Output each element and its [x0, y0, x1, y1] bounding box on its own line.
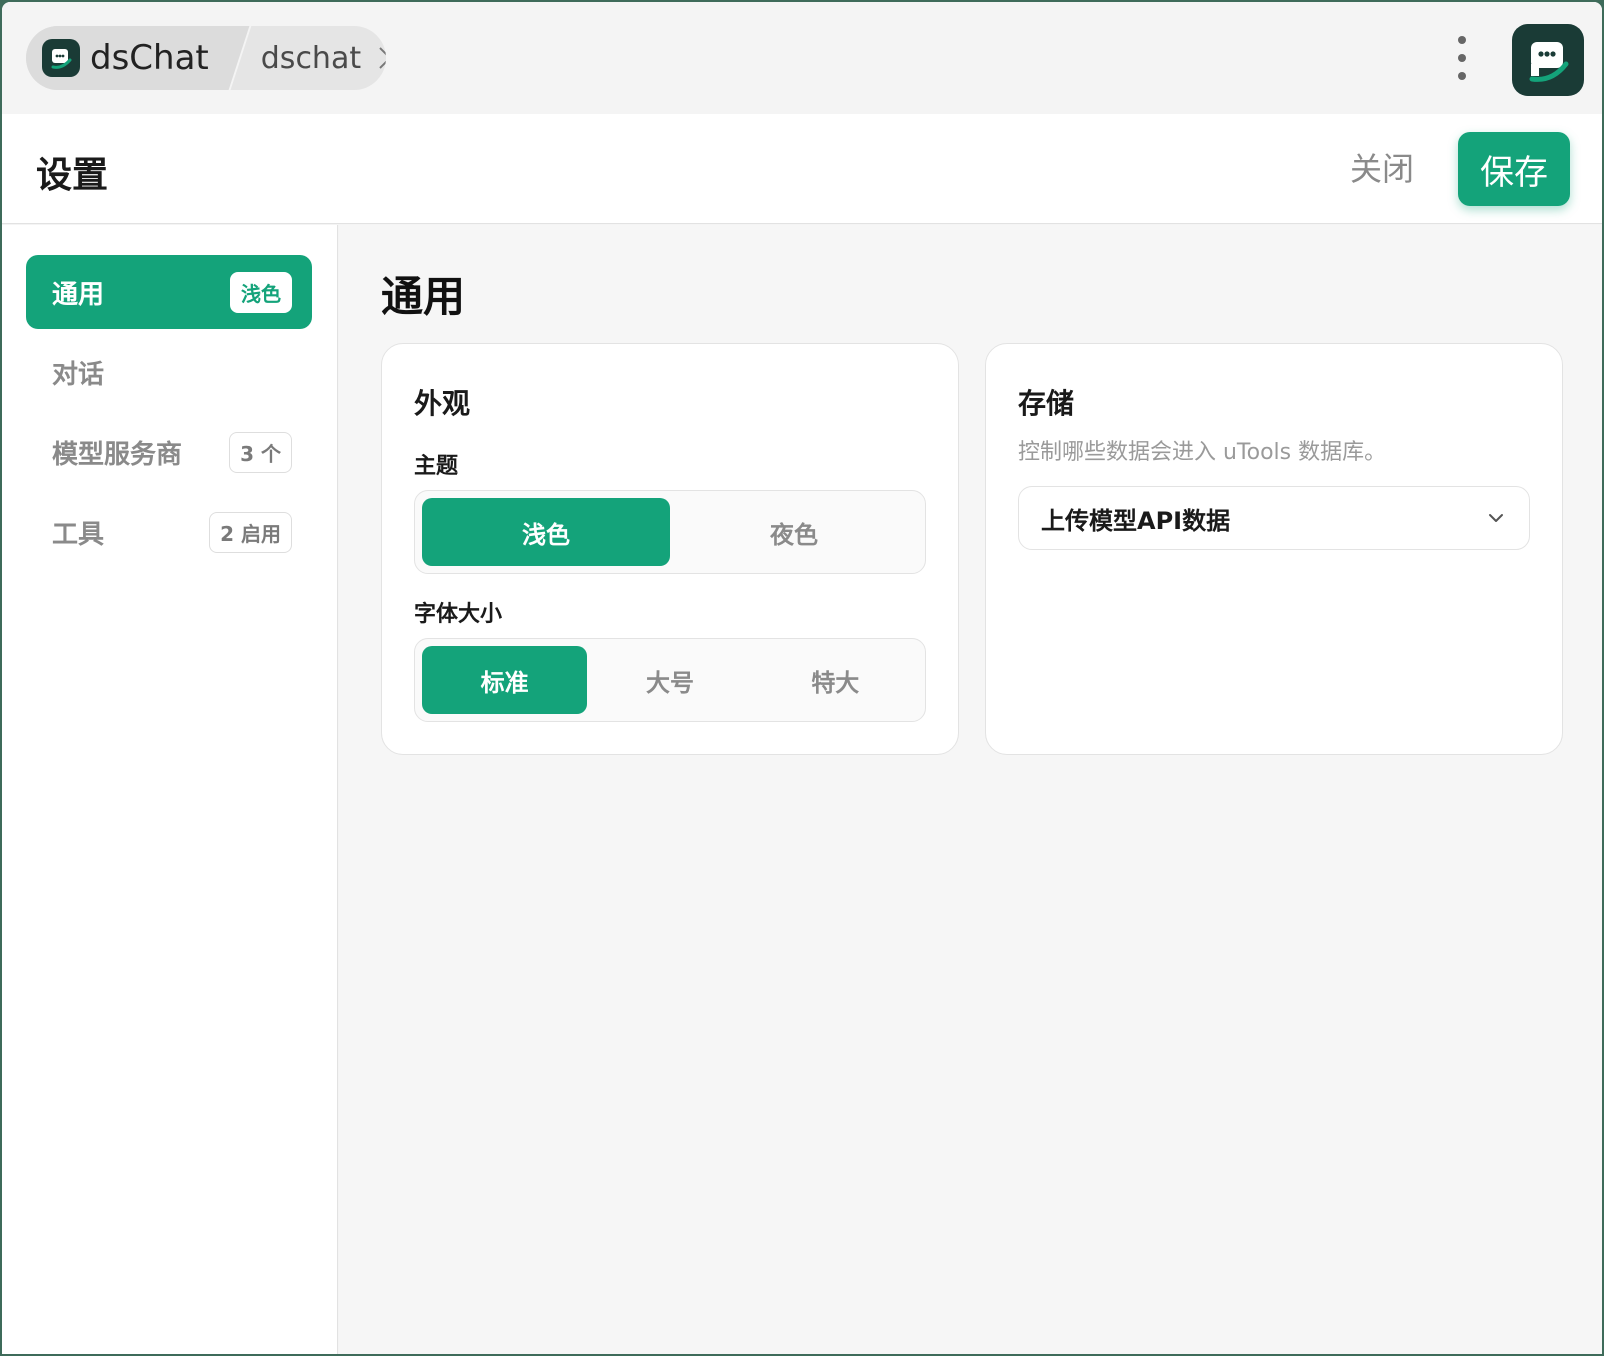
app-window: dsChat dschat 设置 关闭 保存 通用 浅色 对话 模型服务商 3 … [2, 2, 1602, 1354]
page-title: 设置 [36, 155, 109, 196]
theme-option-dark[interactable]: 夜色 [670, 498, 918, 566]
sidebar-item-badge: 浅色 [230, 271, 292, 313]
theme-segmented-control: 浅色 夜色 [414, 490, 926, 574]
tab-name: dschat [260, 40, 362, 76]
font-size-option-xlarge[interactable]: 特大 [753, 646, 918, 714]
sidebar-item-general[interactable]: 通用 浅色 [26, 255, 312, 329]
sidebar-item-label: 对话 [52, 359, 105, 390]
sidebar-item-badge: 2 启用 [209, 511, 292, 553]
theme-option-light[interactable]: 浅色 [422, 498, 670, 566]
font-size-label: 字体大小 [414, 602, 503, 627]
appearance-card: 外观 主题 浅色 夜色 字体大小 标准 大号 特大 [381, 343, 959, 755]
font-size-segmented-control: 标准 大号 特大 [414, 638, 926, 722]
storage-card: 存储 控制哪些数据会进入 uTools 数据库。 上传模型API数据 [985, 343, 1563, 755]
dschat-logo-icon[interactable] [1512, 24, 1584, 96]
settings-main: 通用 外观 主题 浅色 夜色 字体大小 标准 大号 特大 存储 控制哪些数据会进… [339, 225, 1602, 1354]
sidebar-item-chat[interactable]: 对话 [26, 335, 312, 409]
sidebar-item-label: 模型服务商 [52, 439, 183, 470]
plugin-tab[interactable]: dsChat dschat [26, 26, 386, 90]
save-button[interactable]: 保存 [1458, 132, 1570, 206]
card-title: 外观 [414, 387, 471, 420]
sidebar-item-model-providers[interactable]: 模型服务商 3 个 [26, 415, 312, 489]
select-value: 上传模型API数据 [1041, 506, 1231, 535]
title-bar: dsChat dschat [2, 2, 1602, 114]
close-button[interactable]: 关闭 [1350, 144, 1414, 194]
sidebar-item-label: 通用 [52, 279, 105, 310]
sidebar-item-tools[interactable]: 工具 2 启用 [26, 495, 312, 569]
font-size-option-large[interactable]: 大号 [587, 646, 752, 714]
settings-header: 设置 关闭 保存 [2, 114, 1602, 224]
tab-app-section[interactable]: dsChat [26, 26, 227, 90]
storage-select[interactable]: 上传模型API数据 [1018, 486, 1530, 550]
theme-label: 主题 [414, 454, 459, 479]
tab-sub-section: dschat [227, 41, 386, 76]
sidebar-item-badge: 3 个 [229, 431, 292, 473]
dschat-logo-icon [42, 39, 80, 77]
sidebar-item-label: 工具 [52, 519, 105, 550]
app-name: dsChat [90, 38, 209, 78]
section-title: 通用 [381, 272, 466, 321]
chevron-down-icon [1485, 507, 1507, 529]
more-vertical-icon[interactable] [1452, 36, 1472, 80]
card-title: 存储 [1018, 387, 1075, 420]
close-icon[interactable] [377, 45, 386, 71]
settings-sidebar: 通用 浅色 对话 模型服务商 3 个 工具 2 启用 [2, 225, 338, 1354]
card-description: 控制哪些数据会进入 uTools 数据库。 [1018, 440, 1387, 465]
font-size-option-standard[interactable]: 标准 [422, 646, 588, 714]
